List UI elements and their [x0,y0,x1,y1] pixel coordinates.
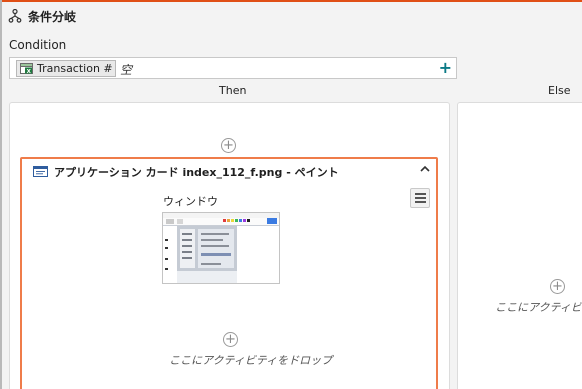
top-accent-bar [0,0,582,2]
then-label: Then [219,84,247,97]
variable-chip-label: Transaction # [37,62,113,75]
window-label: ウィンドウ [163,195,218,208]
application-card[interactable]: アプリケーション カード index_112_f.png - ペイント ウィンド… [20,157,438,389]
plus-icon[interactable]: + [439,59,452,77]
application-window-icon [33,166,48,177]
add-activity-icon[interactable]: + [221,138,236,153]
svg-text:X: X [27,69,32,74]
drop-zone-text-else: ここにアクティビティ [495,301,582,314]
add-activity-icon[interactable]: + [223,332,238,347]
chevron-up-icon[interactable] [419,164,431,174]
else-label: Else [548,84,571,97]
drop-zone-text: ここにアクティビティをドロップ [169,354,333,367]
condition-empty-value: 空 [120,63,133,77]
left-border [0,0,2,389]
flow-branch-icon [8,9,22,23]
else-branch-panel[interactable]: + ここにアクティビティ [457,102,582,389]
condition-input[interactable]: X Transaction # 空 + [9,57,457,79]
condition-label: Condition [9,38,67,52]
window-screenshot-thumbnail[interactable] [162,212,280,284]
hamburger-menu-icon[interactable] [410,188,430,208]
add-activity-icon[interactable]: + [550,279,565,294]
card-title: アプリケーション カード index_112_f.png - ペイント [54,166,339,179]
excel-column-icon: X [20,63,33,74]
variable-chip[interactable]: X Transaction # [16,60,116,77]
activity-title: 条件分岐 [28,10,77,24]
